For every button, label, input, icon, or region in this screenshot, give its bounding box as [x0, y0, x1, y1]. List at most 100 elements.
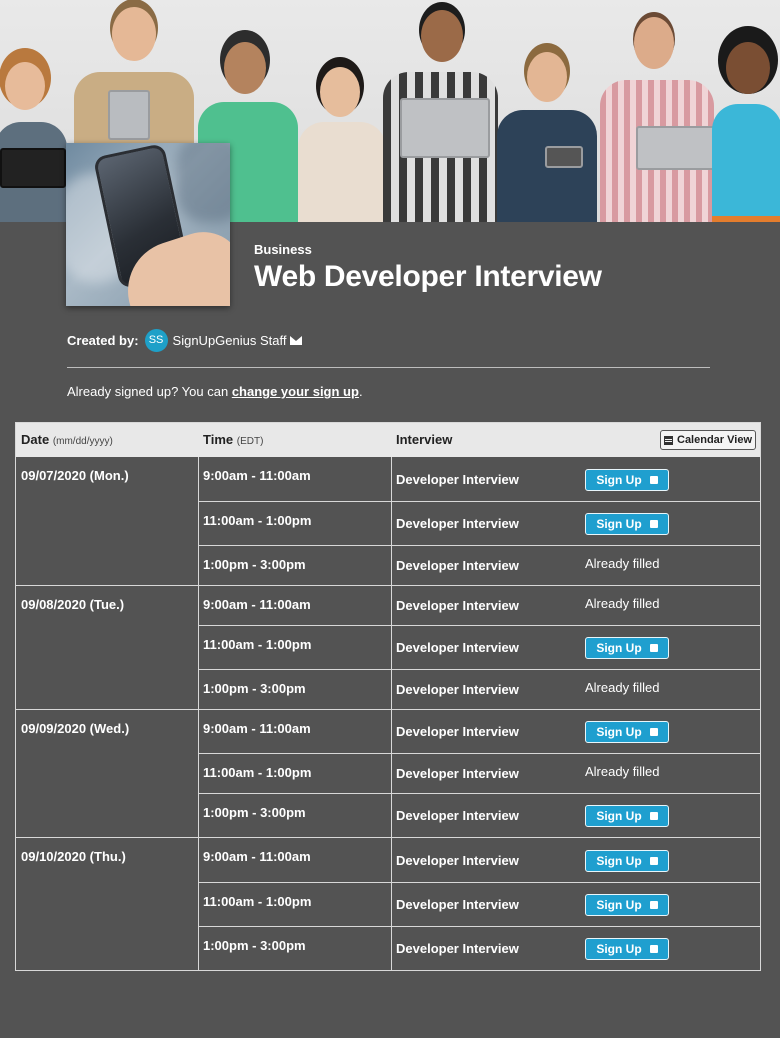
date-group: 09/10/2020 (Thu.) — [16, 838, 199, 971]
slot-time: 9:00am - 11:00am — [203, 468, 311, 483]
sign-up-label: Sign Up — [596, 898, 642, 912]
slot-time: 9:00am - 11:00am — [203, 849, 311, 864]
hero-laptop — [636, 126, 716, 170]
divider — [67, 367, 710, 368]
slot-time: 1:00pm - 3:00pm — [203, 938, 306, 953]
checkbox-icon[interactable] — [649, 901, 658, 909]
date-group: 09/08/2020 (Tue.) — [16, 586, 199, 710]
sign-up-button[interactable]: Sign Up — [585, 721, 669, 743]
sign-up-label: Sign Up — [596, 641, 642, 655]
table-row: 9:00am - 11:00am Developer Interview Alrea… — [199, 586, 760, 626]
slot-interview: Developer Interview — [396, 682, 519, 697]
slot-interview: Developer Interview — [396, 766, 519, 781]
sign-up-button[interactable]: Sign Up — [585, 894, 669, 916]
signup-table: Date (mm/dd/yyyy) Time (EDT) Interview C… — [15, 422, 761, 971]
sign-up-label: Sign Up — [596, 853, 642, 868]
checkbox-icon[interactable] — [649, 644, 658, 652]
table-row: 1:00pm - 3:00pm Developer Interview Sign U… — [199, 927, 760, 971]
category-label: Business — [254, 242, 312, 257]
sign-up-button[interactable]: Sign Up — [585, 637, 669, 659]
created-by-label: Created by: — [67, 332, 139, 348]
sign-up-button[interactable]: Sign Up — [585, 938, 669, 960]
sign-up-label: Sign Up — [596, 942, 642, 956]
notice-suffix: . — [358, 384, 363, 399]
slot-interview: Developer Interview — [396, 471, 519, 487]
slot-interview: Developer Interview — [396, 941, 519, 956]
table-row: 9:00am - 11:00am Developer Interview Sign … — [199, 710, 760, 754]
table-row: 11:00am - 1:00pm Developer Interview Sign … — [199, 626, 760, 670]
hero-laptop — [400, 98, 490, 158]
table-header: Date (mm/dd/yyyy) Time (EDT) Interview C… — [16, 423, 760, 457]
created-by: Created by: SS SignUpGenius Staff — [67, 328, 303, 352]
already-filled-status: Already filled — [585, 764, 660, 779]
page-title: Web Developer Interview — [254, 260, 602, 293]
date-label: 09/08/2020 (Tue.) — [21, 597, 125, 612]
sign-up-label: Sign Up — [596, 472, 642, 487]
slot-time: 11:00am - 1:00pm — [203, 637, 312, 652]
notice-prefix: Already signed up? You can — [67, 384, 229, 399]
slot-time: 11:00am - 1:00pm — [203, 765, 312, 780]
slot-time: 9:00am - 11:00am — [203, 597, 311, 612]
date-group: 09/07/2020 (Mon.) — [16, 457, 199, 586]
time-column-header: Time (EDT) — [203, 432, 264, 447]
change-signup-link[interactable]: change your sign up — [232, 384, 359, 399]
already-filled-status: Already filled — [585, 680, 660, 695]
slot-interview: Developer Interview — [396, 640, 519, 655]
sign-up-button[interactable]: Sign Up — [585, 805, 669, 827]
sign-up-label: Sign Up — [596, 517, 642, 531]
interview-column-header: Interview — [396, 432, 453, 447]
hero-person — [600, 17, 716, 222]
time-zone-hint: (EDT) — [236, 436, 264, 447]
already-signed-up-notice: Already signed up? You can change your s… — [67, 384, 363, 399]
date-label: 09/07/2020 (Mon.) — [21, 468, 129, 483]
slot-time: 9:00am - 11:00am — [203, 721, 311, 736]
hero-tablet — [108, 90, 150, 140]
sign-up-button[interactable]: Sign Up — [585, 849, 669, 872]
checkbox-icon[interactable] — [649, 728, 658, 736]
slot-time: 1:00pm - 3:00pm — [203, 557, 306, 572]
slot-interview: Developer Interview — [396, 558, 519, 573]
hero-person — [712, 42, 780, 222]
table-row: 11:00am - 1:00pm Developer Interview Alrea… — [199, 754, 760, 794]
calendar-view-button[interactable]: Calendar View — [660, 430, 756, 450]
checkbox-icon[interactable] — [649, 475, 658, 484]
slot-interview: Developer Interview — [396, 897, 519, 912]
hero-person — [497, 52, 597, 222]
table-row: 1:00pm - 3:00pm Developer Interview Alread… — [199, 546, 760, 586]
slot-time: 1:00pm - 3:00pm — [203, 805, 306, 820]
slot-time: 11:00am - 1:00pm — [203, 894, 312, 909]
table-row: 11:00am - 1:00pm Developer Interview Sign … — [199, 502, 760, 546]
signup-thumbnail-image — [66, 143, 230, 306]
checkbox-icon[interactable] — [649, 812, 658, 820]
checkbox-icon[interactable] — [649, 856, 658, 865]
slot-interview: Developer Interview — [396, 852, 519, 868]
hero-tablet — [545, 146, 583, 168]
date-label: 09/10/2020 (Thu.) — [21, 849, 126, 864]
table-row: 1:00pm - 3:00pm Developer Interview Sign U… — [199, 794, 760, 838]
avatar[interactable]: SS — [144, 328, 168, 352]
table-row: 11:00am - 1:00pm Developer Interview Sign … — [199, 883, 760, 927]
table-row: 9:00am - 11:00am Developer Interview Sign … — [199, 838, 760, 883]
slot-time: 11:00am - 1:00pm — [203, 513, 312, 528]
sign-up-label: Sign Up — [596, 809, 642, 823]
date-format-hint: (mm/dd/yyyy) — [52, 436, 113, 447]
hero-laptop — [0, 148, 66, 188]
slot-interview: Developer Interview — [396, 516, 519, 531]
already-filled-status: Already filled — [585, 596, 660, 611]
checkbox-icon[interactable] — [649, 945, 658, 953]
checkbox-icon[interactable] — [649, 520, 658, 528]
mail-icon[interactable] — [290, 335, 303, 345]
table-row: 9:00am - 11:00am Developer Interview Sign … — [199, 457, 760, 502]
sign-up-button[interactable]: Sign Up — [585, 468, 669, 491]
calendar-view-label: Calendar View — [677, 434, 752, 446]
already-filled-status: Already filled — [585, 556, 660, 571]
date-label: 09/09/2020 (Wed.) — [21, 721, 130, 736]
hero-person — [0, 62, 70, 222]
creator-name[interactable]: SignUpGenius Staff — [173, 333, 287, 348]
calendar-icon — [664, 435, 673, 445]
hero-person — [298, 67, 388, 222]
table-row: 1:00pm - 3:00pm Developer Interview Alread… — [199, 670, 760, 710]
sign-up-button[interactable]: Sign Up — [585, 513, 669, 535]
slot-interview: Developer Interview — [396, 724, 519, 739]
slot-interview: Developer Interview — [396, 808, 519, 823]
